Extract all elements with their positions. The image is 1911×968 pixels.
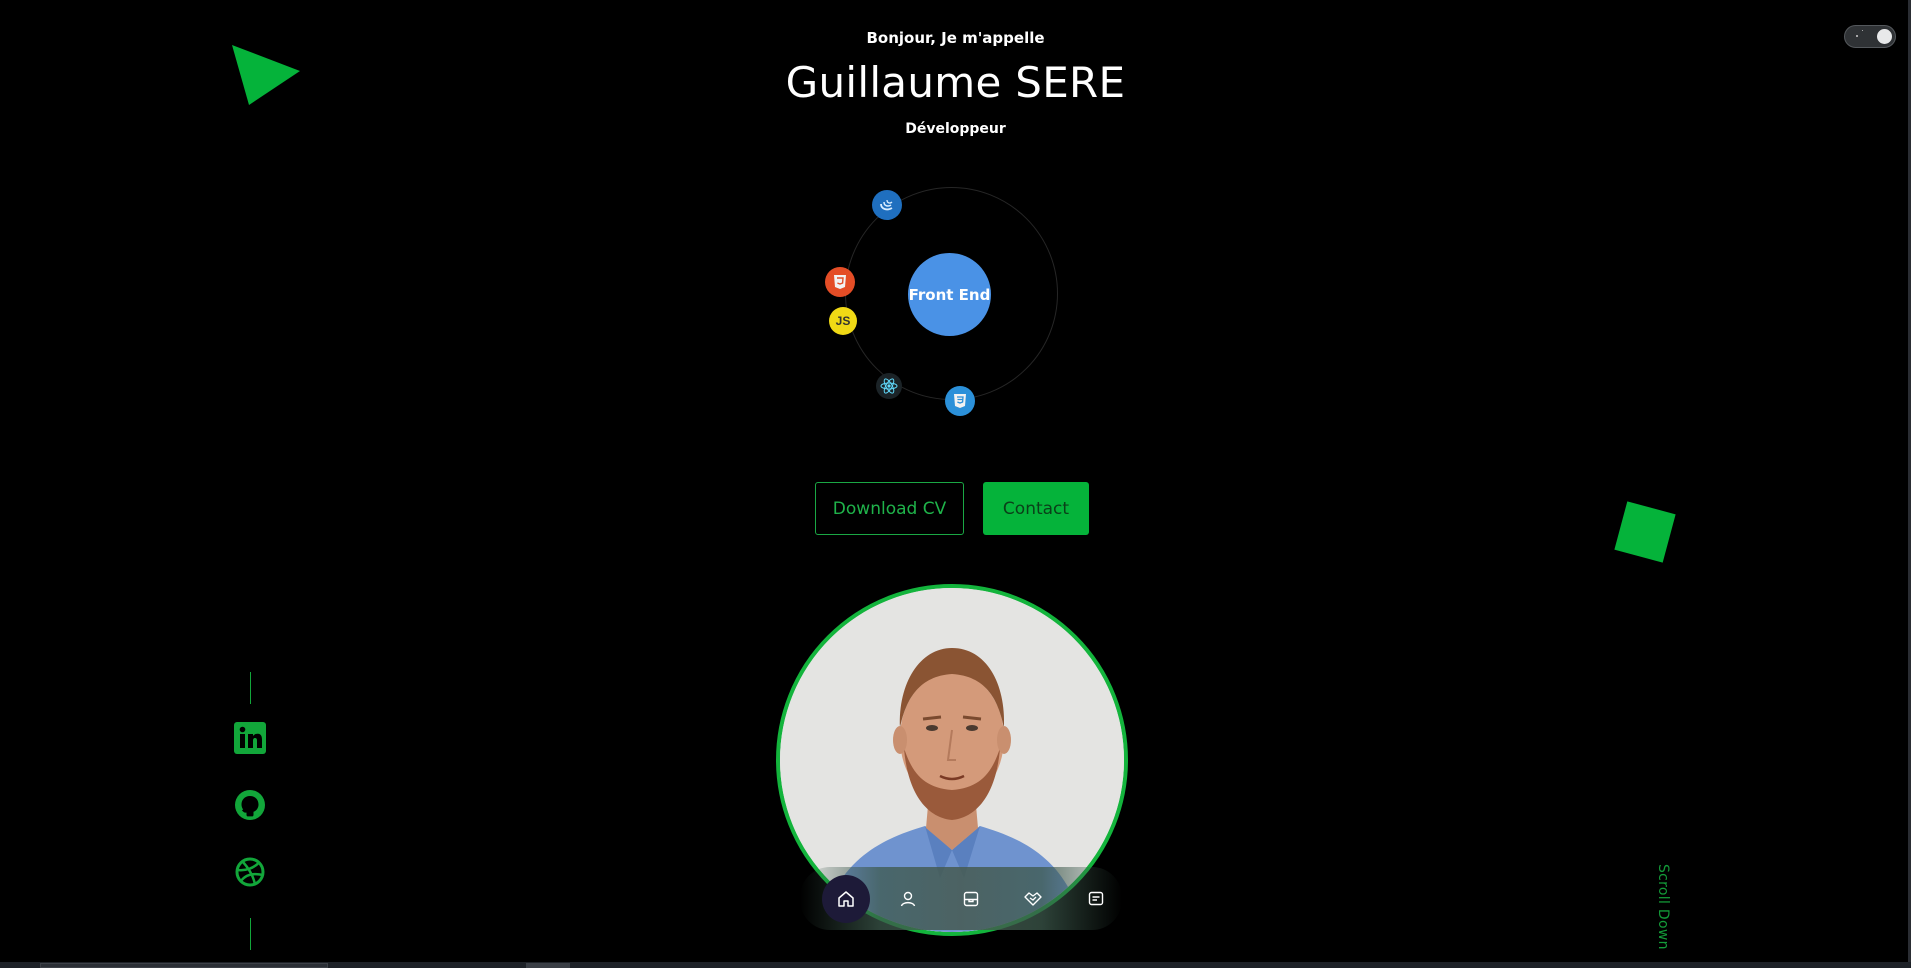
js-badge-label: JS [835, 314, 851, 328]
javascript-icon: JS [829, 307, 857, 335]
social-divider [250, 918, 251, 950]
orbit-center: Front End [908, 253, 991, 336]
message-icon [1088, 891, 1104, 906]
square-decoration [1614, 501, 1676, 563]
taskbar-strip [0, 962, 1911, 968]
scroll-down-link[interactable]: Scroll Down [1655, 864, 1671, 950]
nav-contact[interactable] [1072, 875, 1120, 923]
social-divider [250, 672, 251, 704]
nav-services[interactable] [1009, 875, 1057, 923]
css3-icon [945, 386, 975, 416]
download-cv-button[interactable]: Download CV [815, 482, 964, 535]
nav-portfolio[interactable] [947, 875, 995, 923]
home-icon [838, 891, 854, 907]
nav-about[interactable] [884, 875, 932, 923]
user-icon [900, 891, 916, 907]
greeting-text: Bonjour, Je m'appelle [866, 29, 1045, 47]
contact-button[interactable]: Contact [983, 482, 1089, 535]
bottom-nav [800, 867, 1122, 930]
nav-home[interactable] [822, 875, 870, 923]
briefcase-icon [963, 891, 979, 907]
page-title: Guillaume SERE [785, 58, 1126, 107]
html5-icon [825, 267, 855, 297]
linkedin-icon[interactable] [234, 722, 266, 754]
react-icon [876, 373, 902, 399]
dribbble-icon[interactable] [234, 856, 266, 888]
taskbar-tab[interactable] [526, 963, 570, 968]
jquery-icon [872, 190, 902, 220]
handshake-icon [1024, 892, 1042, 906]
orbit-center-label: Front End [908, 285, 991, 304]
taskbar-tab[interactable] [40, 963, 328, 968]
github-icon[interactable] [234, 789, 266, 821]
role-text: Développeur [905, 121, 1006, 137]
